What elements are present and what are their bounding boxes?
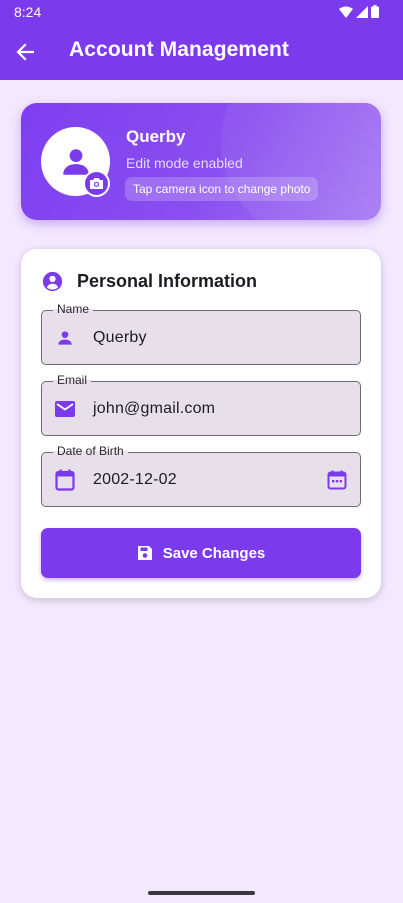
camera-icon [90,178,103,189]
signal-icon [356,5,368,18]
change-photo-button[interactable] [83,170,110,197]
name-field[interactable]: Name Querby [41,302,361,365]
name-field-value: Querby [93,329,147,346]
arrow-back-icon [16,43,34,61]
dob-field-label: Date of Birth [53,444,128,458]
home-indicator[interactable] [148,891,255,895]
person-icon [54,327,76,349]
save-changes-button[interactable]: Save Changes [41,528,361,578]
save-icon [137,546,152,560]
battery-icon [371,5,379,18]
email-field-value: john@gmail.com [93,400,216,417]
profile-card: Querby Edit mode enabled Tap camera icon… [21,103,381,220]
status-time: 8:24 [14,4,42,20]
app-bar: 8:24 Account Management [0,0,403,80]
calendar-icon [54,469,76,491]
back-button[interactable] [11,38,39,66]
dob-field[interactable]: Date of Birth 2002-12-02 [41,444,361,507]
email-field-label: Email [53,373,92,387]
photo-hint-badge: Tap camera icon to change photo [125,177,319,201]
dob-field-value: 2002-12-02 [93,471,177,488]
section-title: Personal Information [77,271,258,291]
status-bar: 8:24 [0,0,403,24]
account-circle-icon [42,271,63,292]
calendar-picker-icon[interactable] [326,469,348,491]
name-field-label: Name [53,302,94,316]
edit-mode-text: Edit mode enabled [126,155,243,171]
wifi-icon [339,6,353,18]
page-title: Account Management [69,38,289,61]
status-icons [339,5,379,18]
email-field[interactable]: Email john@gmail.com [41,373,361,436]
save-changes-label: Save Changes [162,544,266,562]
email-icon [54,398,76,420]
personal-info-card: Personal Information Name Querby Email j… [21,249,381,598]
profile-name: Querby [126,127,186,146]
